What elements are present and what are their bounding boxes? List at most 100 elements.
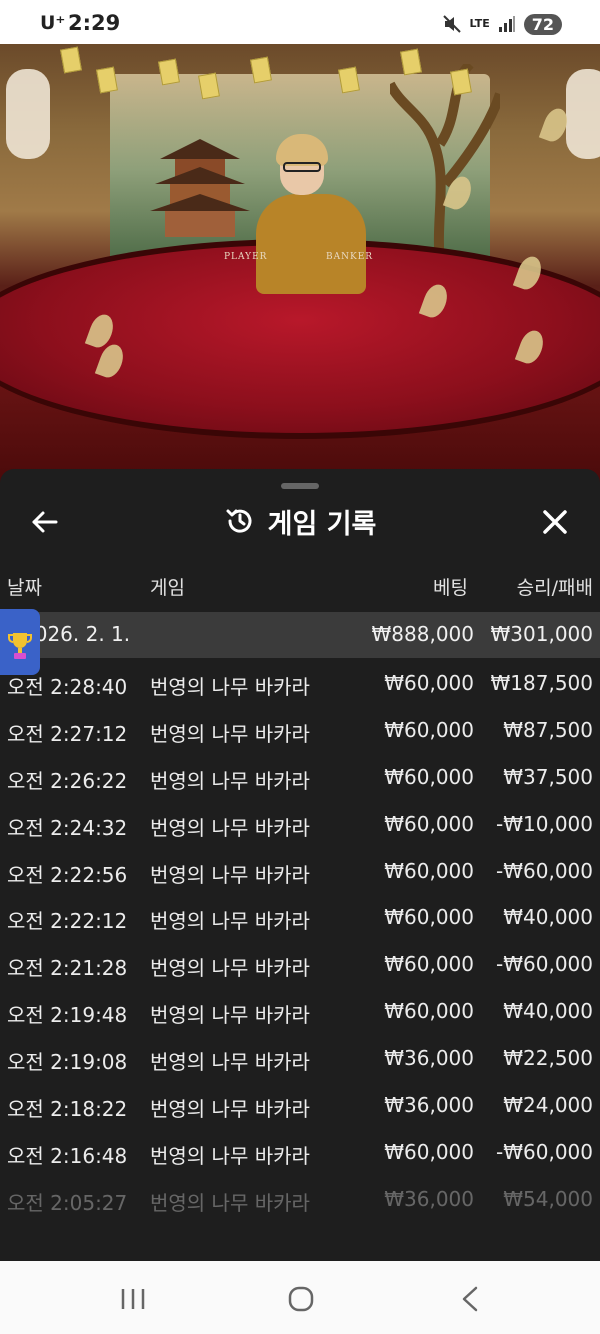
- row-time: 오전 2:19:08: [7, 1050, 128, 1075]
- battery-level: 72: [523, 13, 562, 35]
- history-row[interactable]: 오전 2:16:48 번영의 나무 바카라 ₩60,000 -₩60,000: [0, 1130, 600, 1177]
- dealer-glasses: [283, 162, 321, 172]
- row-game: 번영의 나무 바카라: [150, 1143, 310, 1168]
- carrier-label: U⁺: [40, 12, 66, 34]
- row-game: 번영의 나무 바카라: [150, 862, 310, 887]
- close-button[interactable]: [538, 505, 572, 539]
- history-row[interactable]: 오전 2:24:32 번영의 나무 바카라 ₩60,000 -₩10,000: [0, 802, 600, 849]
- history-row[interactable]: 오전 2:28:40 번영의 나무 바카라 ₩60,000 ₩187,500: [0, 661, 600, 708]
- home-icon[interactable]: [287, 1285, 315, 1313]
- card-decoration: [450, 68, 472, 96]
- card-decoration: [338, 66, 360, 94]
- row-bet: ₩60,000: [384, 1139, 474, 1164]
- lantern-decoration: [6, 69, 50, 159]
- back-icon[interactable]: [458, 1285, 482, 1313]
- row-result: ₩37,500: [503, 764, 593, 789]
- row-game: 번영의 나무 바카라: [150, 909, 310, 934]
- recents-icon[interactable]: [120, 1287, 146, 1311]
- history-icon: [226, 509, 252, 533]
- row-result: -₩60,000: [496, 858, 593, 883]
- clock-time: 2:29: [68, 11, 121, 35]
- row-game: 번영의 나무 바카라: [150, 956, 310, 981]
- summary-result-total: ₩301,000: [490, 622, 593, 646]
- card-decoration: [250, 56, 272, 84]
- history-row[interactable]: 오전 2:27:12 번영의 나무 바카라 ₩60,000 ₩87,500: [0, 708, 600, 755]
- pagoda-decoration: [150, 139, 250, 237]
- row-result: -₩10,000: [496, 811, 593, 836]
- live-video-stream[interactable]: PLAYER BANKER: [0, 44, 600, 484]
- row-time: 오전 2:05:27: [7, 1190, 128, 1215]
- row-game: 번영의 나무 바카라: [150, 1050, 310, 1075]
- date-summary-row[interactable]: 2026. 2. 1. ₩888,000 ₩301,000: [0, 612, 600, 658]
- history-row[interactable]: 오전 2:19:48 번영의 나무 바카라 ₩60,000 ₩40,000: [0, 989, 600, 1036]
- history-row[interactable]: 오전 2:22:56 번영의 나무 바카라 ₩60,000 -₩60,000: [0, 849, 600, 896]
- history-row[interactable]: 오전 2:05:27 번영의 나무 바카라 ₩36,000 ₩54,000: [0, 1177, 600, 1224]
- card-decoration: [96, 66, 118, 94]
- history-row[interactable]: 오전 2:21:28 번영의 나무 바카라 ₩60,000 -₩60,000: [0, 942, 600, 989]
- row-time: 오전 2:24:32: [7, 815, 128, 840]
- row-game: 번영의 나무 바카라: [150, 815, 310, 840]
- row-time: 오전 2:27:12: [7, 721, 128, 746]
- row-bet: ₩36,000: [384, 1093, 474, 1118]
- row-time: 오전 2:22:56: [7, 862, 128, 887]
- row-result: ₩40,000: [503, 999, 593, 1024]
- row-game: 번영의 나무 바카라: [150, 1003, 310, 1028]
- column-header-bet: 베팅: [433, 577, 468, 599]
- close-icon: [543, 510, 567, 534]
- banker-zone-label: BANKER: [326, 252, 374, 262]
- card-decoration: [198, 72, 220, 100]
- player-zone-label: PLAYER: [224, 252, 268, 262]
- row-result: ₩40,000: [503, 905, 593, 930]
- history-list: 오전 2:28:40 번영의 나무 바카라 ₩60,000 ₩187,500 오…: [0, 661, 600, 1224]
- row-bet: ₩60,000: [384, 858, 474, 883]
- status-bar: U⁺ 2:29 LTE 72: [0, 0, 600, 46]
- system-navigation-bar: [0, 1261, 600, 1334]
- row-game: 번영의 나무 바카라: [150, 675, 310, 699]
- row-time: 오전 2:16:48: [7, 1143, 128, 1168]
- row-result: -₩60,000: [496, 1139, 593, 1164]
- row-time: 오전 2:18:22: [7, 1097, 128, 1122]
- row-time: 오전 2:19:48: [7, 1003, 128, 1028]
- card-decoration: [158, 58, 180, 86]
- tree-decoration: [390, 64, 500, 264]
- row-bet: ₩60,000: [384, 811, 474, 836]
- row-bet: ₩60,000: [384, 671, 474, 695]
- row-game: 번영의 나무 바카라: [150, 768, 310, 793]
- history-row[interactable]: 오전 2:22:12 번영의 나무 바카라 ₩60,000 ₩40,000: [0, 895, 600, 942]
- row-time: 오전 2:26:22: [7, 768, 128, 793]
- card-decoration: [400, 48, 422, 76]
- column-header-date: 날짜: [7, 577, 42, 599]
- mute-icon: [442, 14, 462, 34]
- row-game: 번영의 나무 바카라: [150, 1190, 310, 1215]
- dealer: [256, 194, 366, 294]
- row-result: -₩60,000: [496, 952, 593, 977]
- row-game: 번영의 나무 바카라: [150, 1097, 310, 1122]
- row-result: ₩87,500: [503, 717, 593, 742]
- network-type-label: LTE: [469, 17, 490, 30]
- row-time: 오전 2:22:12: [7, 909, 128, 934]
- row-game: 번영의 나무 바카라: [150, 721, 310, 746]
- drag-handle[interactable]: [281, 483, 319, 489]
- row-bet: ₩60,000: [384, 764, 474, 789]
- history-row[interactable]: 오전 2:26:22 번영의 나무 바카라 ₩60,000 ₩37,500: [0, 755, 600, 802]
- card-decoration: [60, 46, 82, 74]
- signal-icon: [498, 15, 516, 33]
- row-bet: ₩36,000: [384, 1186, 474, 1211]
- history-row[interactable]: 오전 2:19:08 번영의 나무 바카라 ₩36,000 ₩22,500: [0, 1036, 600, 1083]
- column-header-result: 승리/패배: [516, 577, 593, 599]
- row-bet: ₩36,000: [384, 1046, 474, 1071]
- history-row[interactable]: 오전 2:18:22 번영의 나무 바카라 ₩36,000 ₩24,000: [0, 1083, 600, 1130]
- status-icons: LTE 72: [442, 12, 562, 36]
- column-header-game: 게임: [150, 577, 185, 599]
- panel-header: 게임 기록: [0, 499, 600, 543]
- row-time: 오전 2:28:40: [7, 675, 128, 699]
- row-result: ₩24,000: [503, 1093, 593, 1118]
- row-result: ₩22,500: [503, 1046, 593, 1071]
- panel-title: 게임 기록: [267, 508, 377, 540]
- table-header: 날짜 게임 베팅 승리/패배: [0, 573, 600, 601]
- row-time: 오전 2:21:28: [7, 956, 128, 981]
- trophy-icon: [8, 633, 32, 659]
- row-bet: ₩60,000: [384, 952, 474, 977]
- row-result: ₩187,500: [490, 671, 593, 695]
- game-history-panel: 게임 기록 날짜 게임 베팅 승리/패배 2026. 2. 1. ₩888,00…: [0, 469, 600, 1261]
